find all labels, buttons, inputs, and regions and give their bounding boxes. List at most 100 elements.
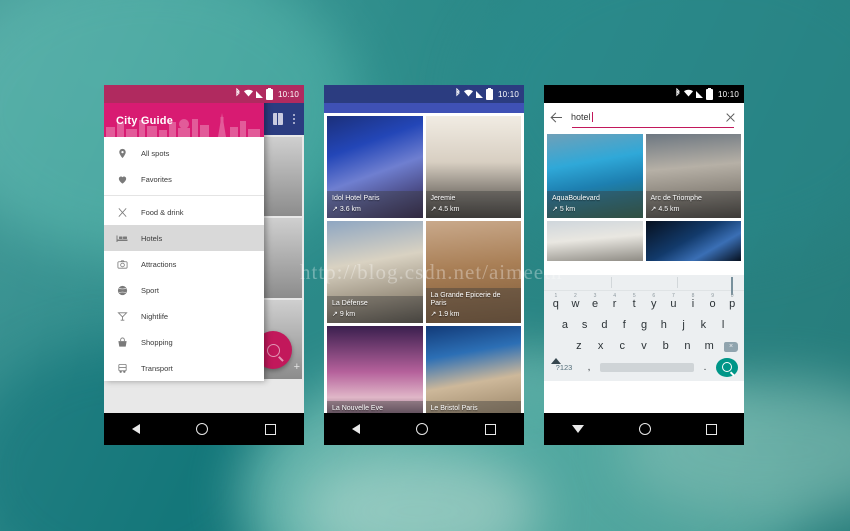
- card-item[interactable]: Arc de Triomphe ↗ 4.5 km: [645, 134, 741, 218]
- sidebar-item-all-spots[interactable]: All spots: [104, 140, 264, 166]
- card-item[interactable]: [547, 221, 643, 261]
- battery-icon: [265, 87, 273, 100]
- key-j[interactable]: j: [674, 320, 694, 331]
- key-g[interactable]: g: [634, 320, 654, 331]
- card-item[interactable]: Le Bristol Paris ↗3.2 km: [425, 326, 521, 413]
- key-h[interactable]: h: [654, 320, 674, 331]
- back-button-icon[interactable]: [132, 424, 141, 434]
- signal-icon: [475, 90, 483, 98]
- microphone-icon[interactable]: [731, 277, 737, 295]
- phone-mockup-search: AquaBoulevard ↗ 5 km Arc de Triomphe ↗ 4.5…: [544, 85, 744, 445]
- key-number: 0: [730, 293, 734, 299]
- card-title: La Grande Epicerie de Paris: [430, 291, 501, 307]
- key-c[interactable]: c: [611, 341, 633, 352]
- status-time: 10:10: [717, 89, 739, 99]
- home-button-icon[interactable]: [196, 423, 209, 435]
- key-l[interactable]: l: [713, 320, 733, 331]
- direction-arrow-icon: ↗: [552, 206, 558, 213]
- period-key[interactable]: .: [698, 362, 712, 373]
- close-icon[interactable]: [725, 112, 736, 123]
- keyboard-row-3: z x c v b n m ×: [546, 336, 742, 364]
- card-caption: Arc de Triomphe ↗ 4.5 km: [645, 190, 741, 218]
- phone3-screen: AquaBoulevard ↗ 5 km Arc de Triomphe ↗ 4.5…: [544, 85, 744, 413]
- key-b[interactable]: b: [655, 341, 677, 352]
- sidebar-item-attractions[interactable]: Attractions: [104, 251, 264, 277]
- key-k[interactable]: k: [693, 320, 713, 331]
- on-screen-keyboard: 1q 2w 3e 4r 5t 6y 7u 8i 9o 0p a s d f g: [544, 275, 744, 381]
- key-number: 2: [574, 293, 577, 299]
- key-a[interactable]: a: [555, 320, 575, 331]
- sidebar-item-transport[interactable]: Transport: [104, 355, 264, 381]
- keyboard-dismiss-icon[interactable]: [571, 425, 584, 433]
- shift-icon[interactable]: [546, 341, 568, 364]
- recents-button-icon[interactable]: [484, 423, 496, 435]
- map-icon[interactable]: [272, 113, 283, 125]
- comma-key[interactable]: ,: [582, 362, 596, 373]
- card-item[interactable]: Idol Hotel Paris ↗ 3.6 km: [327, 116, 423, 218]
- card-item[interactable]: La Nouvelle Eve ↗3.3 km: [327, 326, 423, 413]
- card-caption: La Grande Epicerie de Paris ↗ 1.9 km: [425, 287, 521, 323]
- wifi-icon: [243, 89, 253, 99]
- home-button-icon[interactable]: [638, 423, 651, 435]
- key-number: 7: [672, 293, 675, 299]
- sidebar-item-label: Shopping: [141, 337, 173, 347]
- key-i[interactable]: 8i: [683, 294, 703, 310]
- key-t[interactable]: 5t: [624, 294, 644, 310]
- card-item[interactable]: La Grande Epicerie de Paris ↗ 1.9 km: [425, 221, 521, 323]
- sidebar-item-sport[interactable]: Sport: [104, 277, 264, 303]
- sidebar-item-shopping[interactable]: Shopping: [104, 329, 264, 355]
- sidebar-item-favorites[interactable]: Favorites: [104, 166, 264, 192]
- plus-icon[interactable]: +: [294, 361, 300, 373]
- sidebar-item-hotels[interactable]: Hotels: [104, 225, 264, 251]
- wifi-icon: [683, 89, 693, 99]
- phone1-nav-bar: [104, 413, 304, 445]
- sidebar-item-nightlife[interactable]: Nightlife: [104, 303, 264, 329]
- backspace-icon[interactable]: ×: [720, 341, 742, 352]
- key-n[interactable]: n: [677, 341, 699, 352]
- recents-button-icon[interactable]: [705, 423, 717, 435]
- card-caption: AquaBoulevard ↗ 5 km: [547, 190, 643, 218]
- sidebar-item-food-drink[interactable]: Food & drink: [104, 199, 264, 225]
- key-f[interactable]: f: [614, 320, 634, 331]
- key-u[interactable]: 7u: [664, 294, 684, 310]
- back-arrow-icon[interactable]: [552, 112, 563, 123]
- key-number: 4: [613, 293, 616, 299]
- back-button-icon[interactable]: [352, 424, 361, 434]
- home-button-icon[interactable]: [416, 423, 429, 435]
- recents-button-icon[interactable]: [264, 423, 276, 435]
- key-s[interactable]: s: [575, 320, 595, 331]
- key-m[interactable]: m: [698, 341, 720, 352]
- key-x[interactable]: x: [590, 341, 612, 352]
- cocktail-icon: [116, 310, 128, 322]
- card-caption: La Nouvelle Eve ↗3.3 km: [327, 400, 423, 413]
- camera-icon: [116, 258, 128, 270]
- card-item[interactable]: La Défense ↗ 9 km: [327, 221, 423, 323]
- search-input[interactable]: hotel: [571, 112, 717, 122]
- bus-icon: [116, 362, 128, 374]
- search-icon: [266, 343, 280, 357]
- card-item[interactable]: AquaBoulevard ↗ 5 km: [547, 134, 643, 218]
- search-bar: hotel: [544, 103, 744, 131]
- key-q[interactable]: 1q: [546, 294, 566, 310]
- card-distance: ↗ 4.5 km: [430, 206, 460, 213]
- key-d[interactable]: d: [595, 320, 615, 331]
- key-z[interactable]: z: [568, 341, 590, 352]
- key-w[interactable]: 2w: [566, 294, 586, 310]
- search-go-key[interactable]: [716, 357, 738, 377]
- drawer-item-list: All spots Favorites Food & drink Hotels …: [104, 137, 264, 381]
- battery-icon: [485, 87, 493, 100]
- phone2-screen: Idol Hotel Paris ↗ 3.6 km Jeremie ↗ 4.5 km…: [324, 85, 524, 413]
- status-time: 10:10: [277, 89, 299, 99]
- text-caret: [591, 112, 593, 122]
- overflow-menu-icon[interactable]: [292, 113, 295, 125]
- key-o[interactable]: 9o: [703, 294, 723, 310]
- key-v[interactable]: v: [633, 341, 655, 352]
- space-key[interactable]: [600, 362, 694, 372]
- card-item[interactable]: Jeremie ↗ 4.5 km: [425, 116, 521, 218]
- phone2-nav-bar: [324, 413, 524, 445]
- key-r[interactable]: 4r: [605, 294, 625, 310]
- key-p[interactable]: 0p: [722, 294, 742, 310]
- key-y[interactable]: 6y: [644, 294, 664, 310]
- key-e[interactable]: 3e: [585, 294, 605, 310]
- card-item[interactable]: [645, 221, 741, 261]
